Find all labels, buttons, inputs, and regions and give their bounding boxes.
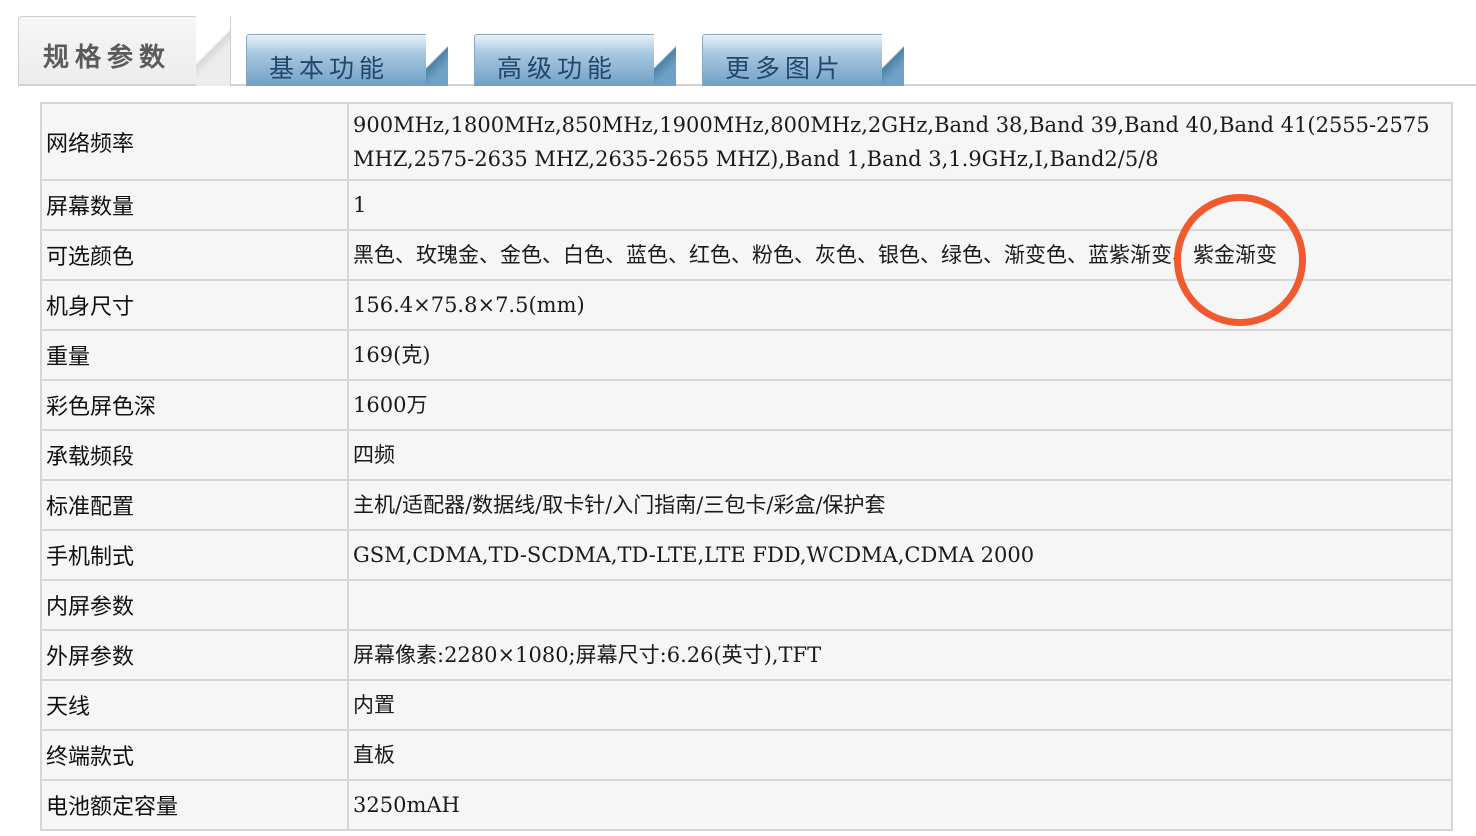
tab-bar: 规格参数 基本功能 高级功能 更多图片 (18, 14, 1476, 86)
spec-row-dimensions: 机身尺寸 156.4×75.8×7.5(mm) (40, 279, 1453, 331)
spec-row-outer-screen: 外屏参数 屏幕像素:2280×1080;屏幕尺寸:6.26(英寸),TFT (40, 629, 1453, 681)
spec-row-weight: 重量 169(克) (40, 329, 1453, 381)
tab-corner-decoration (882, 34, 904, 86)
spec-table: 网络频率 900MHz,1800MHz,850MHz,1900MHz,800MH… (40, 102, 1453, 831)
spec-value: 四频 (347, 429, 1453, 481)
spec-value: 内置 (347, 679, 1453, 731)
spec-label: 可选颜色 (40, 229, 349, 281)
spec-value: 900MHz,1800MHz,850MHz,1900MHz,800MHz,2GH… (347, 102, 1453, 181)
tab-corner-decoration (196, 16, 231, 86)
spec-label: 机身尺寸 (40, 279, 349, 331)
tab-corner-decoration (426, 34, 448, 86)
spec-label: 天线 (40, 679, 349, 731)
spec-label: 网络频率 (40, 102, 349, 181)
spec-label: 外屏参数 (40, 629, 349, 681)
spec-row-battery: 电池额定容量 3250mAH (40, 779, 1453, 831)
spec-label: 内屏参数 (40, 579, 349, 631)
spec-label: 彩色屏色深 (40, 379, 349, 431)
tab-specs[interactable]: 规格参数 (18, 16, 198, 84)
spec-row-colors: 可选颜色 黑色、玫瑰金、金色、白色、蓝色、红色、粉色、灰色、银色、绿色、渐变色、… (40, 229, 1453, 281)
spec-value: 黑色、玫瑰金、金色、白色、蓝色、红色、粉色、灰色、银色、绿色、渐变色、蓝紫渐变、… (347, 229, 1453, 281)
spec-value: 156.4×75.8×7.5(mm) (347, 279, 1453, 331)
spec-row-inner-screen: 内屏参数 (40, 579, 1453, 631)
spec-value: 主机/适配器/数据线/取卡针/入门指南/三包卡/彩盒/保护套 (347, 479, 1453, 531)
spec-row-screen-count: 屏幕数量 1 (40, 179, 1453, 231)
tab-corner-decoration (654, 34, 676, 86)
spec-row-frequency-bands: 承载频段 四频 (40, 429, 1453, 481)
spec-label: 标准配置 (40, 479, 349, 531)
spec-value: 1 (347, 179, 1453, 231)
spec-value: 1600万 (347, 379, 1453, 431)
spec-value (347, 579, 1453, 631)
spec-row-network-standards: 手机制式 GSM,CDMA,TD-SCDMA,TD-LTE,LTE FDD,WC… (40, 529, 1453, 581)
spec-value: 3250mAH (347, 779, 1453, 831)
spec-label: 电池额定容量 (40, 779, 349, 831)
tab-advanced-functions[interactable]: 高级功能 (474, 34, 674, 86)
tab-more-images[interactable]: 更多图片 (702, 34, 902, 86)
spec-value: 屏幕像素:2280×1080;屏幕尺寸:6.26(英寸),TFT (347, 629, 1453, 681)
spec-label: 手机制式 (40, 529, 349, 581)
spec-label: 终端款式 (40, 729, 349, 781)
spec-label: 屏幕数量 (40, 179, 349, 231)
spec-row-form-factor: 终端款式 直板 (40, 729, 1453, 781)
spec-value: GSM,CDMA,TD-SCDMA,TD-LTE,LTE FDD,WCDMA,C… (347, 529, 1453, 581)
spec-value: 直板 (347, 729, 1453, 781)
tab-basic-functions[interactable]: 基本功能 (246, 34, 446, 86)
spec-label: 重量 (40, 329, 349, 381)
spec-row-color-depth: 彩色屏色深 1600万 (40, 379, 1453, 431)
spec-row-network-frequency: 网络频率 900MHz,1800MHz,850MHz,1900MHz,800MH… (40, 102, 1453, 181)
spec-label: 承载频段 (40, 429, 349, 481)
spec-row-antenna: 天线 内置 (40, 679, 1453, 731)
spec-row-standard-package: 标准配置 主机/适配器/数据线/取卡针/入门指南/三包卡/彩盒/保护套 (40, 479, 1453, 531)
spec-value: 169(克) (347, 329, 1453, 381)
